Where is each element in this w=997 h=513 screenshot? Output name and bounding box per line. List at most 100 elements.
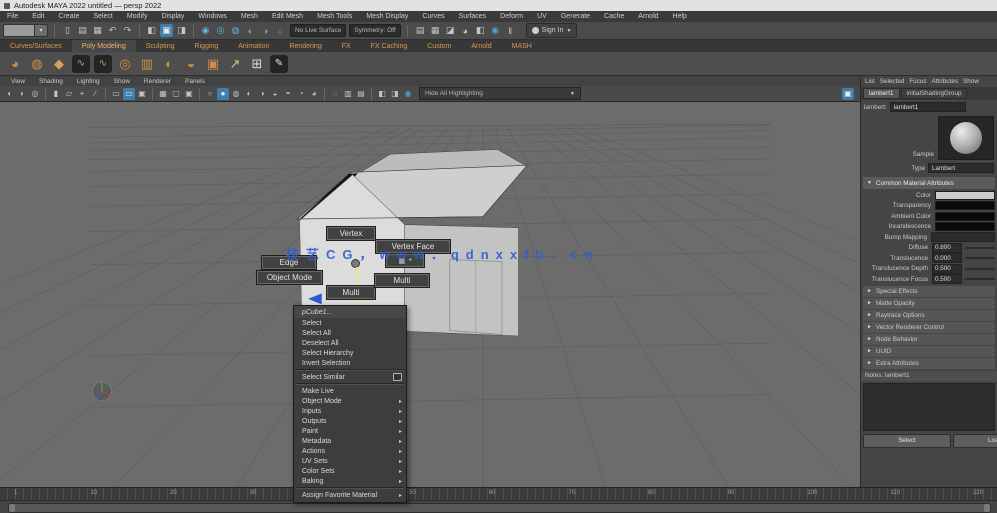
- snap-to-view-plane-icon[interactable]: ◑: [259, 24, 272, 37]
- shelf-tab-curves-surfaces[interactable]: Curves/Surfaces: [0, 43, 72, 50]
- shelf-tab-animation[interactable]: Animation: [228, 43, 279, 50]
- grease-pencil-icon[interactable]: ∕: [89, 88, 101, 100]
- poly-cube-icon[interactable]: ◍: [28, 55, 46, 73]
- select-button[interactable]: Select: [863, 433, 951, 448]
- context-menu-item-select-similar[interactable]: Select Similar: [294, 372, 406, 382]
- arnold-renderview-icon[interactable]: ◉: [489, 24, 502, 37]
- color-swatch[interactable]: [935, 201, 995, 211]
- snap-to-projected-center-icon[interactable]: ◐: [244, 24, 257, 37]
- menu-set-selector[interactable]: ▾: [3, 24, 48, 37]
- symmetry-field[interactable]: Symmetry: Off: [349, 24, 401, 37]
- menu-edit-mesh[interactable]: Edit Mesh: [265, 13, 310, 20]
- ae-menu-list[interactable]: List: [865, 78, 875, 85]
- select-camera-icon[interactable]: ◖: [3, 88, 15, 100]
- context-menu-item-outputs[interactable]: Outputs ▸: [294, 416, 406, 426]
- material-type-dropdown[interactable]: Lambert: [928, 163, 994, 173]
- range-slider-handle-right[interactable]: [984, 504, 990, 512]
- color-swatch[interactable]: [935, 190, 995, 200]
- measure-tool-icon[interactable]: ↗: [226, 55, 244, 73]
- poly-torus-icon[interactable]: ◎: [116, 55, 134, 73]
- render-current-frame-icon[interactable]: ▦: [429, 24, 442, 37]
- sign-in-dropdown[interactable]: Sign In ▼: [525, 23, 578, 38]
- viewport-dropdown[interactable]: Hide All Highlighting ▼: [419, 87, 581, 100]
- context-menu-item-object-mode[interactable]: Object Mode ▸: [294, 396, 406, 406]
- shelf-tab-rendering[interactable]: Rendering: [279, 43, 331, 50]
- multisample-anti-aliasing-icon[interactable]: ◔: [295, 88, 307, 100]
- context-menu-item-uv-sets[interactable]: UV Sets ▸: [294, 456, 406, 466]
- section-common-material-attributes[interactable]: ▼ Common Material Attributes: [863, 177, 995, 189]
- shelf-tab-arnold[interactable]: Arnold: [461, 43, 501, 50]
- context-menu-item-select-all[interactable]: Select All: [294, 328, 406, 338]
- 2d-pan-zoom-icon[interactable]: +: [76, 88, 88, 100]
- panel-menu-renderer[interactable]: Renderer: [138, 78, 177, 85]
- option-box-icon[interactable]: [393, 373, 402, 381]
- joints-xray-icon[interactable]: ▤: [355, 88, 367, 100]
- section-vector-renderer-control[interactable]: ► Vector Renderer Control: [863, 322, 995, 333]
- multi-cut-icon[interactable]: ✎: [270, 54, 288, 73]
- use-all-lights-icon[interactable]: ◐: [243, 88, 255, 100]
- make-object-live-icon[interactable]: ○: [274, 24, 287, 37]
- attribute-value-field[interactable]: 0.800: [932, 242, 962, 253]
- context-menu-item-select[interactable]: Select: [294, 318, 406, 328]
- shelf-tab-sculpting[interactable]: Sculpting: [136, 43, 185, 50]
- shadows-icon[interactable]: ◑: [256, 88, 268, 100]
- select-by-hierarchy-icon[interactable]: ◧: [145, 24, 158, 37]
- film-gate-icon[interactable]: ▭: [110, 88, 122, 100]
- menu-mesh-display[interactable]: Mesh Display: [359, 13, 415, 20]
- context-menu-item-baking[interactable]: Baking ▸: [294, 476, 406, 486]
- screen-space-ao-icon[interactable]: ◒: [269, 88, 281, 100]
- marking-menu-item-sw[interactable]: Object Mode: [256, 270, 323, 285]
- context-menu-item-select-hierarchy[interactable]: Select Hierarchy: [294, 348, 406, 358]
- undo-icon[interactable]: ↶: [106, 24, 119, 37]
- context-menu-item-deselect-all[interactable]: Deselect All: [294, 338, 406, 348]
- lock-camera-icon[interactable]: ◗: [16, 88, 28, 100]
- snap-to-grid-icon[interactable]: ◉: [199, 24, 212, 37]
- context-menu-item-metadata[interactable]: Metadata ▸: [294, 436, 406, 446]
- shelf-tab-mash[interactable]: MASH: [502, 43, 542, 50]
- depth-of-field-icon[interactable]: ◕: [308, 88, 320, 100]
- attribute-field[interactable]: [931, 232, 995, 243]
- menu-mesh-tools[interactable]: Mesh Tools: [310, 13, 359, 20]
- view-transform-icon[interactable]: ◉: [402, 88, 414, 100]
- panel-menu-lighting[interactable]: Lighting: [71, 78, 106, 85]
- attribute-slider[interactable]: [965, 246, 995, 249]
- menu-deform[interactable]: Deform: [493, 13, 530, 20]
- image-plane-icon[interactable]: ▱: [63, 88, 75, 100]
- range-slider[interactable]: [0, 500, 997, 513]
- render-settings-icon[interactable]: ◕: [459, 24, 472, 37]
- redo-icon[interactable]: ↷: [121, 24, 134, 37]
- bookmark-icon[interactable]: ▮: [50, 88, 62, 100]
- menu-cache[interactable]: Cache: [597, 13, 631, 20]
- ae-tab-initialshadinggroup[interactable]: initialShadingGroup: [900, 88, 968, 99]
- panel-menu-view[interactable]: View: [5, 78, 31, 85]
- context-menu-item-make-live[interactable]: Make Live: [294, 386, 406, 396]
- marking-menu-item-s[interactable]: Multi: [326, 285, 376, 300]
- menu-display[interactable]: Display: [154, 13, 191, 20]
- node-name-field[interactable]: lambert1: [889, 102, 966, 112]
- range-slider-bar[interactable]: [8, 503, 991, 513]
- field-chart-icon[interactable]: ▦: [157, 88, 169, 100]
- panel-menu-shading[interactable]: Shading: [33, 78, 69, 85]
- shelf-tab-poly-modeling[interactable]: Poly Modeling: [71, 40, 136, 52]
- snap-to-curve-icon[interactable]: ◎: [214, 24, 227, 37]
- section-uuid[interactable]: ► UUID: [863, 346, 995, 357]
- attribute-slider[interactable]: [965, 267, 995, 270]
- safe-title-icon[interactable]: ▣: [183, 88, 195, 100]
- open-scene-icon[interactable]: ▤: [76, 24, 89, 37]
- ae-menu-selected[interactable]: Selected: [880, 78, 905, 85]
- shelf-tab-rigging[interactable]: Rigging: [185, 43, 229, 50]
- motion-blur-icon[interactable]: ◓: [282, 88, 294, 100]
- notes-textarea[interactable]: [863, 382, 995, 431]
- color-swatch[interactable]: [935, 211, 995, 221]
- poly-cylinder-icon[interactable]: ▥: [138, 55, 156, 73]
- attribute-value-field[interactable]: 0.500: [932, 263, 962, 274]
- marking-menu-item-n[interactable]: Vertex: [326, 226, 376, 241]
- poly-disc-icon[interactable]: ◐: [160, 55, 178, 73]
- menu-uv[interactable]: UV: [530, 13, 554, 20]
- panel-menu-panels[interactable]: Panels: [179, 78, 211, 85]
- attribute-value-field[interactable]: 0.000: [932, 253, 962, 264]
- shaded-icon[interactable]: ●: [217, 87, 229, 100]
- camera-attributes-icon[interactable]: ◎: [29, 88, 41, 100]
- snap-to-point-icon[interactable]: ◍: [229, 24, 242, 37]
- render-view-icon[interactable]: ▤: [414, 24, 427, 37]
